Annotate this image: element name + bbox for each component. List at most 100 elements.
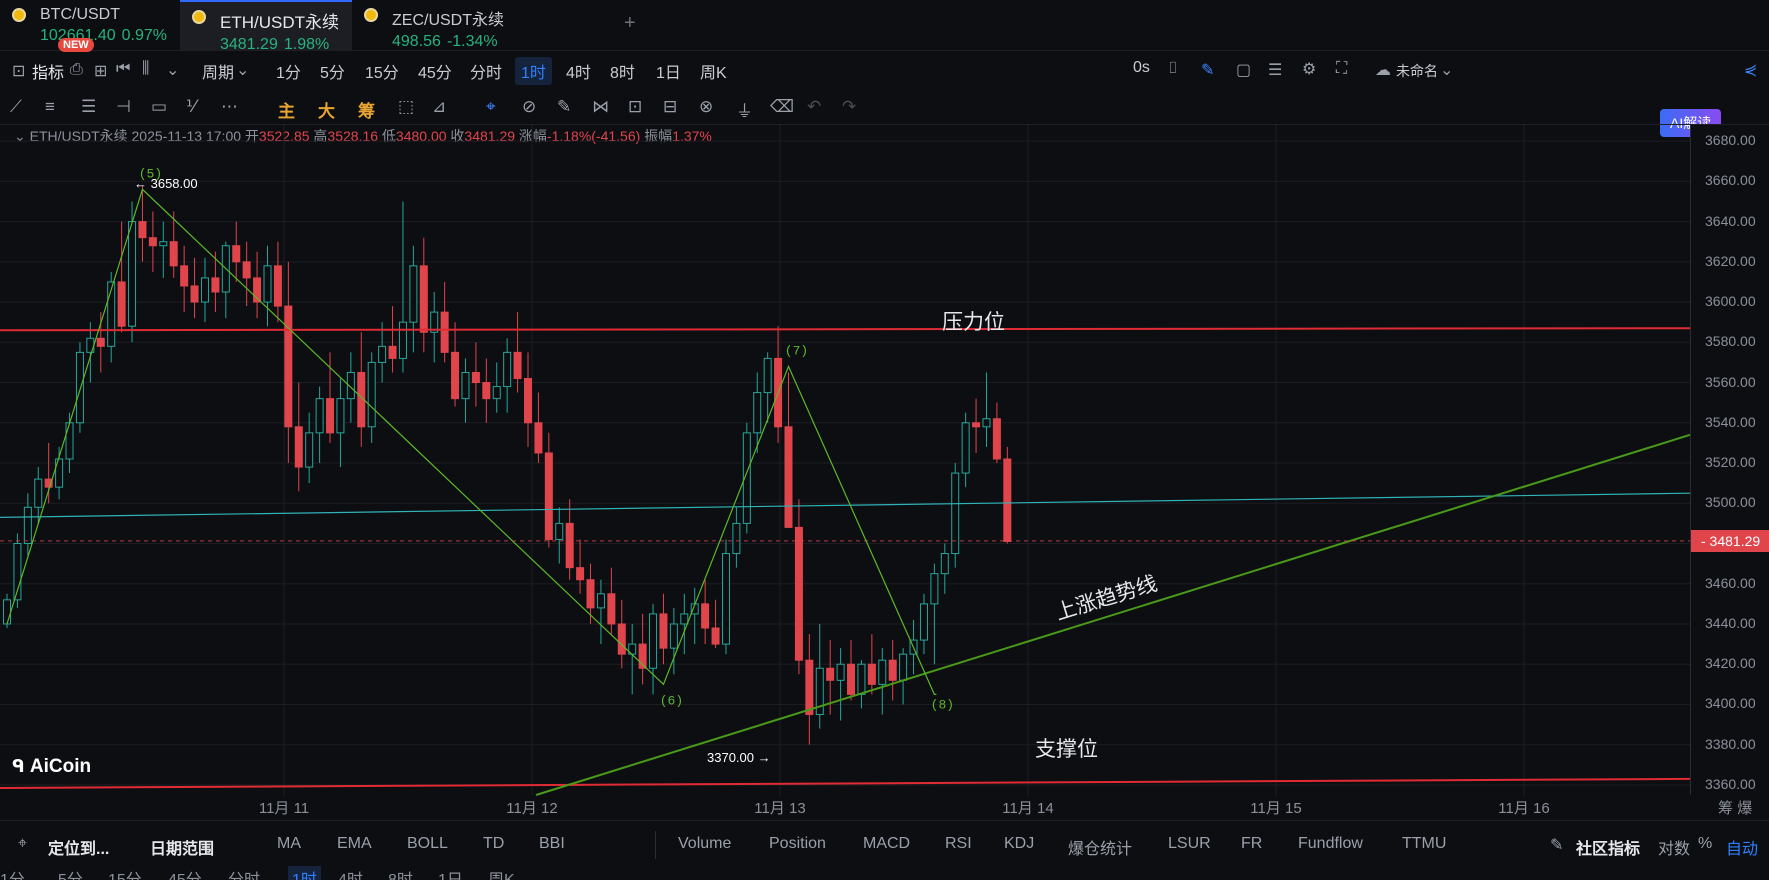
candle-body [565, 522, 574, 569]
bottom-interval-45m[interactable]: 45分 [168, 866, 202, 880]
bottom-interval-1h[interactable]: 1时 [288, 866, 321, 880]
candle-body [461, 371, 470, 400]
candle-body [680, 613, 689, 625]
candle-body [190, 285, 199, 303]
candle-body [721, 553, 730, 645]
ind-ma[interactable]: MA [277, 835, 301, 853]
bottom-interval-15m[interactable]: 15分 [108, 866, 142, 880]
sub-position[interactable]: Position [769, 835, 826, 853]
candle-body [503, 351, 512, 388]
candle-body [951, 472, 960, 555]
price-tick-label: 3680.00 [1705, 132, 1756, 149]
date-tick-label: 11月 16 [1498, 800, 1549, 817]
candle-body [961, 422, 970, 474]
candle-body [398, 321, 407, 359]
candle-body [242, 261, 251, 279]
wave-label: (8) [931, 697, 954, 712]
percent-button[interactable]: % [1698, 835, 1712, 853]
candle-body [544, 452, 553, 540]
candle-body [492, 386, 501, 400]
price-tick-label: 3380.00 [1705, 735, 1756, 752]
date-tick-label: 11月 12 [506, 800, 557, 817]
date-tick-label: 11月 13 [754, 800, 805, 817]
price-tick-label: 3640.00 [1705, 212, 1756, 229]
sub-ttmu[interactable]: TTMU [1402, 835, 1446, 853]
candle-body [180, 265, 189, 287]
sub-lsur[interactable]: LSUR [1168, 835, 1211, 853]
bottom-interval-5m[interactable]: 5分 [58, 866, 83, 880]
candlestick-chart[interactable]: 11月 11 11月 12 11月 13 11月 14 11月 15 11月 16(5)(… [0, 0, 1769, 820]
candle-body [1003, 458, 1012, 542]
ind-td[interactable]: TD [483, 835, 504, 853]
candle-body [159, 241, 168, 247]
price-tick-label: 3500.00 [1705, 494, 1756, 511]
candle-body [836, 663, 845, 681]
candle-body [794, 526, 803, 661]
sub-kdj[interactable]: KDJ [1004, 835, 1034, 853]
candle-body [555, 522, 564, 540]
sub-fr[interactable]: FR [1241, 835, 1262, 853]
candle-body [200, 277, 209, 303]
price-axis[interactable]: 3680.00 3660.00 3640.00 3620.00 3600.00 3580.… [1690, 125, 1769, 795]
candle-body [96, 337, 105, 347]
auto-scale-button[interactable]: 自动 [1726, 835, 1758, 859]
price-tick-label: 3660.00 [1705, 172, 1756, 189]
candle-body [419, 265, 428, 333]
candle-body [857, 663, 866, 695]
watermark-text: AiCoin [29, 756, 92, 777]
candle-body [211, 277, 220, 293]
candle-body [940, 553, 949, 575]
bottom-interval-1d[interactable]: 1日 [438, 866, 463, 880]
sub-fundflow[interactable]: Fundflow [1298, 835, 1363, 853]
candle-body [576, 567, 585, 581]
candle-body [701, 603, 710, 629]
sub-liquidation[interactable]: 爆仓统计 [1068, 835, 1132, 859]
candle-body [534, 422, 543, 454]
price-tick-label: 3580.00 [1705, 333, 1756, 350]
candle-body [294, 426, 303, 468]
bottom-interval-8h[interactable]: 8时 [388, 866, 413, 880]
resistance-line [0, 327, 1691, 332]
sub-macd[interactable]: MACD [863, 835, 910, 853]
aicoin-logo: ᑫ AiCoin [12, 756, 91, 778]
date-range-button[interactable]: 日期范围 [150, 835, 214, 859]
candle-body [669, 623, 678, 649]
candle-body [138, 221, 147, 239]
bottom-interval-1m[interactable]: 1分 [0, 866, 25, 880]
price-tick-label: 3460.00 [1705, 574, 1756, 591]
sub-rsi[interactable]: RSI [945, 835, 972, 853]
community-icon[interactable]: ✎ [1550, 835, 1563, 855]
community-indicators[interactable]: 社区指标 [1576, 835, 1640, 859]
ind-bbi[interactable]: BBI [539, 835, 565, 853]
candle-body [930, 573, 939, 605]
min-price-label: 3370.00 → [707, 750, 771, 765]
axis-corner-chip[interactable]: 筹 [1718, 800, 1733, 817]
axis-corner-liq[interactable]: 爆 [1737, 800, 1752, 817]
bottom-interval-week[interactable]: 周K [488, 866, 515, 880]
price-tick-label: 3600.00 [1705, 293, 1756, 310]
candle-body [649, 613, 658, 669]
candle-body [513, 351, 522, 380]
locate-button[interactable]: 定位到... [48, 835, 109, 859]
ind-ema[interactable]: EMA [337, 835, 372, 853]
price-tick-label: 3620.00 [1705, 252, 1756, 269]
price-tick-label: 3420.00 [1705, 655, 1756, 672]
bottom-interval-4h[interactable]: 4时 [338, 866, 363, 880]
candle-body [607, 593, 616, 625]
wave-label: (7) [785, 343, 808, 358]
candle-body [273, 265, 282, 307]
candle-body [148, 237, 157, 247]
candle-body [305, 432, 314, 468]
candle-body [867, 663, 876, 685]
candle-body [992, 418, 1001, 460]
sub-volume[interactable]: Volume [678, 835, 731, 853]
axis-corner: 筹 爆 [1718, 797, 1752, 818]
price-tick-label: 3360.00 [1705, 775, 1756, 792]
ind-boll[interactable]: BOLL [407, 835, 448, 853]
resistance-label: 压力位 [942, 310, 1005, 334]
bottom-interval-timeshare[interactable]: 分时 [228, 866, 260, 880]
bottom-interval-bar: 1分 5分 15分 45分 分时 1时 4时 8时 1日 周K [0, 866, 1769, 880]
locate-icon[interactable]: ⌖ [18, 835, 27, 853]
aicoin-logo-icon: ᑫ [12, 757, 25, 776]
log-scale-button[interactable]: 对数 [1658, 835, 1690, 859]
